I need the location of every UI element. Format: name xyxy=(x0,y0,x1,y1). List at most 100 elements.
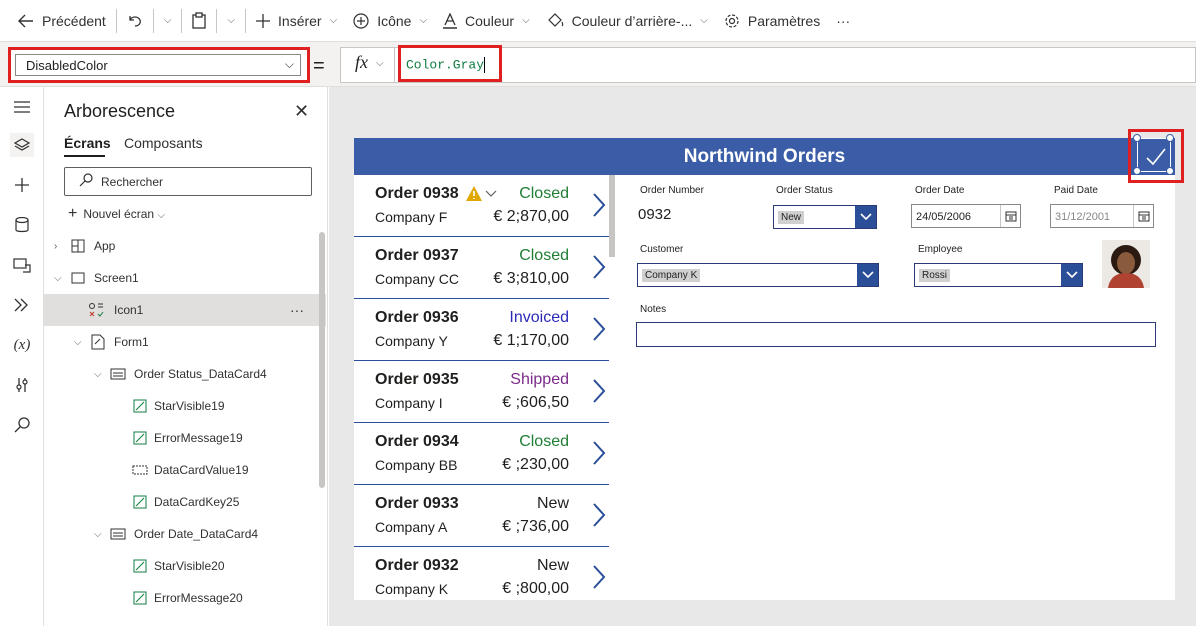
gallery-scrollbar[interactable] xyxy=(609,175,615,257)
calendar-icon xyxy=(1000,205,1020,227)
notes-input[interactable] xyxy=(636,322,1156,347)
label-edit-icon xyxy=(132,494,148,510)
customer-combobox[interactable]: Company K xyxy=(637,263,879,287)
order-row[interactable]: Order 0938 Company F Closed € 2;870,00 xyxy=(354,175,609,237)
resize-handle[interactable] xyxy=(1133,167,1141,175)
order-status: Closed xyxy=(519,185,569,202)
chevron-down-icon[interactable]: ⌵ xyxy=(94,529,102,540)
undo-dropdown[interactable]: ⌵ xyxy=(156,0,180,42)
order-company: Company CC xyxy=(375,271,460,287)
background-color-button[interactable]: Couleur d’arrière-... ⌵ xyxy=(538,0,716,42)
employee-label: Employee xyxy=(918,244,963,255)
chevron-right-icon[interactable] xyxy=(591,191,607,224)
tree-node-starvisible20[interactable]: StarVisible20 xyxy=(44,550,326,582)
chevron-right-icon[interactable] xyxy=(591,315,607,348)
order-row[interactable]: Order 0936 Company Y Invoiced € 1;170,00 xyxy=(354,299,609,361)
tree-node-errormessage19[interactable]: ErrorMessage19 xyxy=(44,422,326,454)
tree-search-input[interactable]: Rechercher xyxy=(64,167,312,196)
search-icon[interactable] xyxy=(10,413,34,437)
tree-node-form1[interactable]: ⌵ Form1 xyxy=(44,326,326,358)
chevron-right-icon[interactable] xyxy=(591,377,607,410)
tools-icon[interactable] xyxy=(10,373,34,397)
layers-icon[interactable] xyxy=(10,133,34,157)
property-selector[interactable]: DisabledColor ⌵ xyxy=(15,54,301,76)
chevron-right-icon[interactable]: › xyxy=(54,241,57,252)
chevron-down-icon[interactable]: ⌵ xyxy=(54,273,62,284)
order-status: Closed xyxy=(519,433,569,450)
chevron-right-icon[interactable] xyxy=(591,439,607,472)
tree-node-errormessage20[interactable]: ErrorMessage20 xyxy=(44,582,326,614)
chevron-down-icon[interactable]: ⌵ xyxy=(74,337,82,348)
icon-control-icon xyxy=(88,302,104,318)
undo-button[interactable] xyxy=(119,0,151,42)
order-row[interactable]: Order 0934 Company BB Closed € ;230,00 xyxy=(354,423,609,485)
color-button[interactable]: Couleur ⌵ xyxy=(435,0,538,42)
order-row[interactable]: Order 0932 Company K New € ;800,00 xyxy=(354,547,609,600)
chevron-down-icon[interactable]: ⌵ xyxy=(376,58,384,69)
order-row[interactable]: Order 0937 Company CC Closed € 3;810,00 xyxy=(354,237,609,299)
insert-button[interactable]: Insérer ⌵ xyxy=(248,0,345,42)
text-cursor xyxy=(484,57,486,73)
divider xyxy=(216,8,218,33)
media-icon[interactable] xyxy=(10,253,34,277)
variables-icon[interactable]: (x) xyxy=(10,333,34,357)
customer-label: Customer xyxy=(640,244,684,255)
chevron-down-icon: ⌵ xyxy=(700,15,708,26)
order-status: New xyxy=(536,557,569,574)
app-title: Northwind Orders xyxy=(354,138,1175,175)
fx-icon[interactable]: fx xyxy=(355,52,368,73)
settings-button[interactable]: Paramètres xyxy=(716,0,828,42)
chevron-right-icon[interactable] xyxy=(591,563,607,596)
paste-button[interactable] xyxy=(184,0,214,42)
order-row[interactable]: Order 0935 Company I Shipped € ;606,50 xyxy=(354,361,609,423)
tree-node-app[interactable]: › App xyxy=(44,230,326,262)
resize-handle[interactable] xyxy=(1166,167,1174,175)
tree-node-starvisible19[interactable]: StarVisible19 xyxy=(44,390,326,422)
check-icon[interactable] xyxy=(1137,138,1171,172)
order-date-picker[interactable]: 24/05/2006 xyxy=(911,204,1021,228)
plus-icon[interactable] xyxy=(10,173,34,197)
tree-node-order-date-datacard[interactable]: ⌵ Order Date_DataCard4 xyxy=(44,518,326,550)
tab-screens[interactable]: Écrans xyxy=(64,135,111,151)
resize-handle[interactable] xyxy=(1133,134,1141,142)
search-icon xyxy=(79,173,93,190)
new-screen-button[interactable]: + Nouvel écran ⌵ xyxy=(68,205,165,223)
paste-dropdown[interactable]: ⌵ xyxy=(219,0,243,42)
employee-combobox[interactable]: Rossi xyxy=(914,263,1083,287)
database-icon[interactable] xyxy=(10,213,34,237)
chevron-down-icon xyxy=(857,264,878,286)
chevron-right-icon[interactable] xyxy=(591,501,607,534)
more-options-button[interactable]: ··· xyxy=(828,0,858,42)
close-icon[interactable]: ✕ xyxy=(294,101,309,122)
order-company: Company BB xyxy=(375,457,458,473)
hamburger-icon[interactable] xyxy=(10,95,34,119)
formula-input[interactable]: Color.Gray xyxy=(398,45,502,82)
more-icon[interactable]: ··· xyxy=(290,302,304,318)
gear-icon xyxy=(725,13,739,28)
order-status-dropdown[interactable]: New xyxy=(773,205,877,229)
tree-node-order-status-datacard[interactable]: ⌵ Order Status_DataCard4 xyxy=(44,358,326,390)
tree-node-icon1[interactable]: Icon1 ··· xyxy=(44,294,326,326)
power-automate-icon[interactable] xyxy=(10,293,34,317)
order-status: New xyxy=(536,495,569,512)
background-color-label: Couleur d’arrière-... xyxy=(571,12,693,29)
label-edit-icon xyxy=(132,590,148,606)
order-status: Shipped xyxy=(510,371,569,388)
tree-node-label: DataCardValue19 xyxy=(154,463,249,477)
order-status-value: New xyxy=(778,211,805,224)
tree-scrollbar[interactable] xyxy=(319,232,325,488)
tree-node-label: DataCardKey25 xyxy=(154,495,240,509)
back-button[interactable]: Précédent xyxy=(0,0,114,42)
tree-node-datacardvalue19[interactable]: DataCardValue19 xyxy=(44,454,326,486)
tree-node-screen1[interactable]: ⌵ Screen1 xyxy=(44,262,326,294)
tab-components[interactable]: Composants xyxy=(124,135,203,151)
icon-button[interactable]: Icône ⌵ xyxy=(345,0,435,42)
paint-bucket-icon xyxy=(547,12,564,27)
chevron-down-icon[interactable]: ⌵ xyxy=(94,369,102,380)
chevron-right-icon[interactable] xyxy=(591,253,607,286)
tree-node-datacardkey25[interactable]: DataCardKey25 xyxy=(44,486,326,518)
orders-gallery: Order 0938 Company F Closed € 2;870,00 Order… xyxy=(354,175,620,600)
resize-handle[interactable] xyxy=(1166,134,1174,142)
paid-date-picker[interactable]: 31/12/2001 xyxy=(1050,204,1154,228)
order-row[interactable]: Order 0933 Company A New € ;736,00 xyxy=(354,485,609,547)
